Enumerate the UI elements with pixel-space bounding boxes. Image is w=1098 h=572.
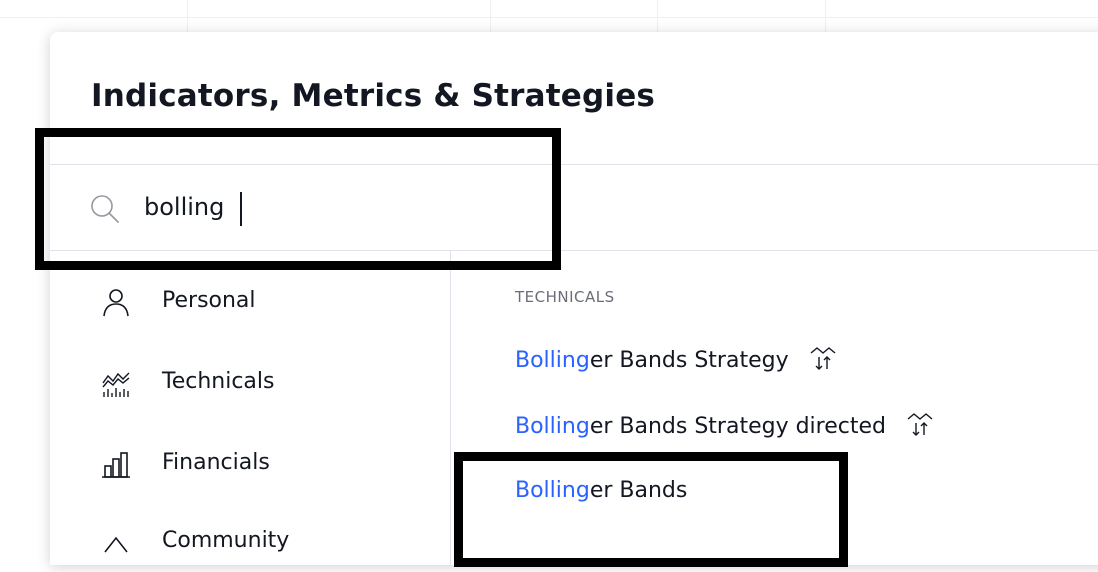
- financials-icon: [102, 452, 130, 478]
- result-rest: er Bands Strategy: [589, 348, 789, 373]
- result-match: Bolling: [515, 348, 590, 373]
- sidebar-item-label: Technicals: [162, 369, 275, 394]
- sidebar-item-financials[interactable]: Financials: [50, 434, 450, 494]
- strategy-icon: [907, 413, 933, 436]
- sidebar-item-label: Financials: [162, 450, 270, 475]
- sidebar-item-label: Community: [162, 528, 290, 553]
- technicals-icon: [102, 372, 130, 397]
- section-header: TECHNICALS: [515, 288, 615, 306]
- chart-grid-line: [0, 17, 1098, 18]
- result-item[interactable]: Bollinger Bands Strategy: [515, 345, 838, 385]
- result-rest: er Bands Strategy directed: [589, 414, 886, 439]
- sidebar-item-technicals[interactable]: Technicals: [50, 353, 450, 413]
- community-icon: [104, 536, 128, 553]
- sidebar-divider: [450, 251, 451, 565]
- user-icon: [103, 289, 129, 317]
- sidebar-item-personal[interactable]: Personal: [50, 272, 450, 332]
- annotation-box-search: [35, 128, 561, 270]
- sidebar-item-community[interactable]: Community: [50, 512, 450, 572]
- strategy-icon: [810, 347, 836, 370]
- sidebar-item-label: Personal: [162, 288, 256, 313]
- result-item[interactable]: Bollinger Bands Strategy directed: [515, 411, 935, 451]
- result-match: Bolling: [515, 414, 590, 439]
- dialog-title: Indicators, Metrics & Strategies: [91, 78, 656, 114]
- annotation-box-result: [454, 452, 848, 567]
